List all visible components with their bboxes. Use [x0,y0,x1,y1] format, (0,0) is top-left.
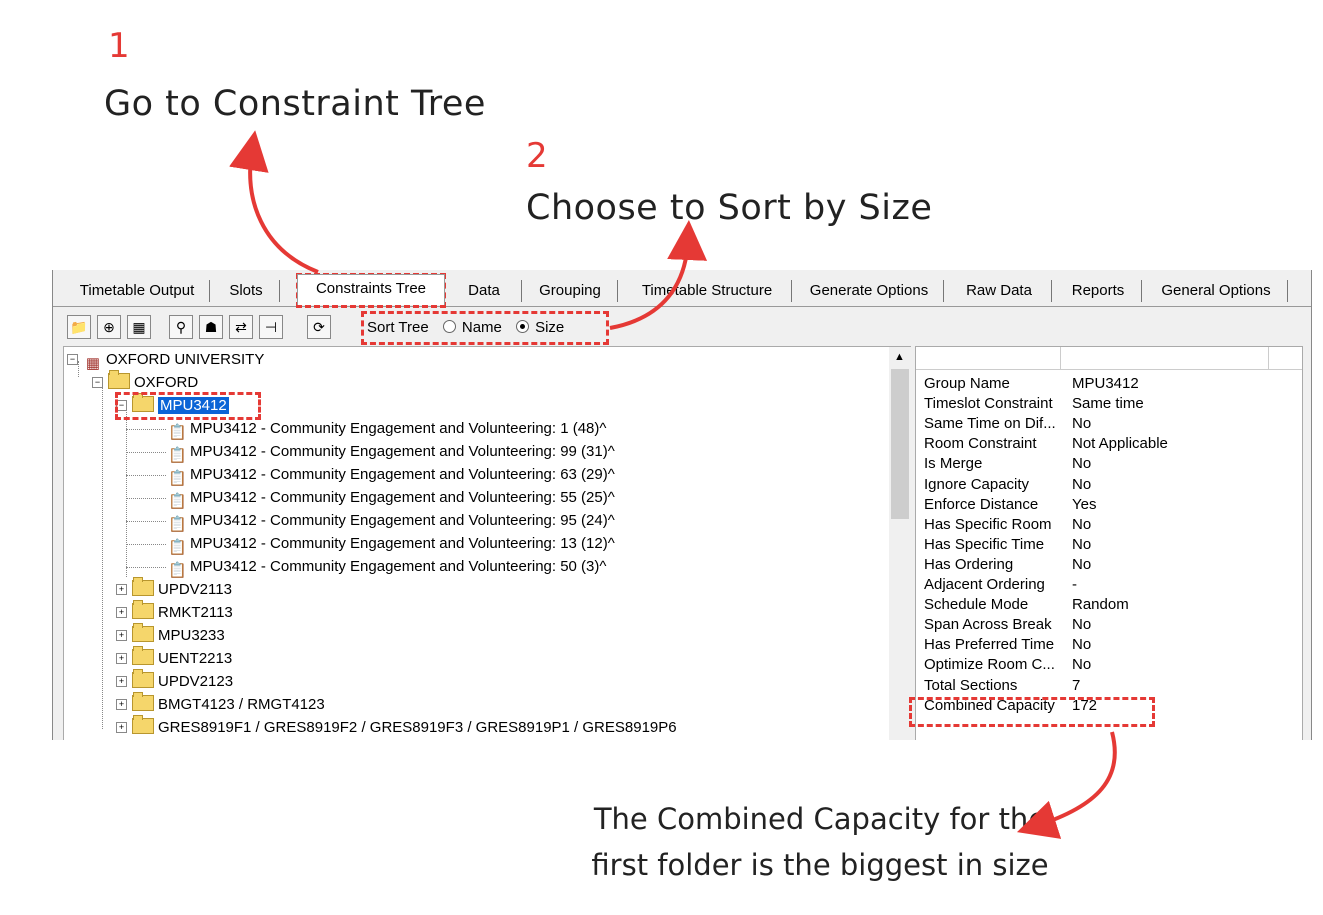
arrow-to-step2 [609,220,708,330]
tab-constraints-tree[interactable]: Constraints Tree [297,274,445,305]
annotation-arrows [229,130,1117,839]
arrow-to-step1 [229,130,319,274]
arrow-to-note [1016,731,1117,839]
